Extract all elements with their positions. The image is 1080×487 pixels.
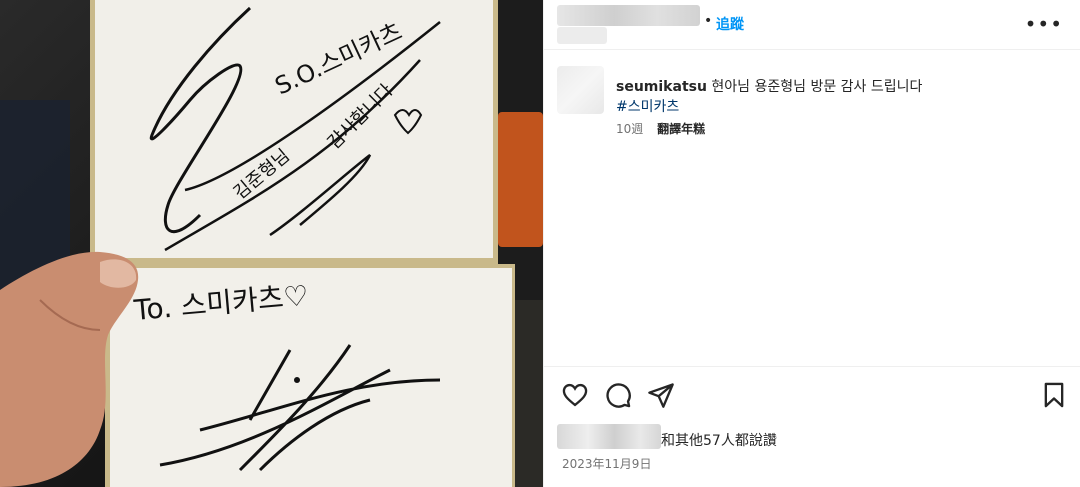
bookmark-icon[interactable] [1040,381,1068,409]
username-blurred[interactable] [557,5,700,26]
caption-meta: 10週 翻譯年糕 [616,120,705,137]
heart-icon[interactable] [561,381,589,409]
post-header: • 追蹤 ••• [544,0,1080,50]
caption-username[interactable]: seumikatsu [616,79,707,95]
more-options-icon[interactable]: ••• [1025,12,1063,36]
post-age: 10週 [616,122,644,136]
follow-button[interactable]: 追蹤 [716,14,744,34]
signed-card-top: S.O.스미카츠 김준형님 감사합니다 [90,0,498,264]
post-window: S.O.스미카츠 김준형님 감사합니다 To. 스미카츠♡ • 追蹤 ••• s… [0,0,1080,487]
translate-link[interactable]: 翻譯年糕 [657,122,705,136]
header-separator: • [704,13,713,29]
photo-illustration: S.O.스미카츠 김준형님 감사합니다 To. 스미카츠♡ [0,0,543,487]
hashtag-link[interactable]: #스미카츠 [616,96,679,116]
liker-avatars-blurred[interactable] [557,424,661,449]
comment-icon[interactable] [604,381,632,409]
post-details-panel: • 追蹤 ••• seumikatsu 현아님 용준형님 방문 감사 드립니다 … [543,0,1080,487]
send-icon[interactable] [647,381,675,409]
orange-box [498,112,543,247]
caption-text: 현아님 용준형님 방문 감사 드립니다 [711,79,923,95]
divider [544,366,1080,367]
post-date: 2023年11月9日 [562,457,652,471]
signed-card-bottom: To. 스미카츠♡ [105,264,515,487]
location-blurred [557,27,607,44]
likes-count[interactable]: 和其他57人都說讚 [661,430,777,450]
post-photo[interactable]: S.O.스미카츠 김준형님 감사합니다 To. 스미카츠♡ [0,0,543,487]
avatar[interactable] [557,66,604,114]
caption: seumikatsu 현아님 용준형님 방문 감사 드립니다 [616,77,922,97]
